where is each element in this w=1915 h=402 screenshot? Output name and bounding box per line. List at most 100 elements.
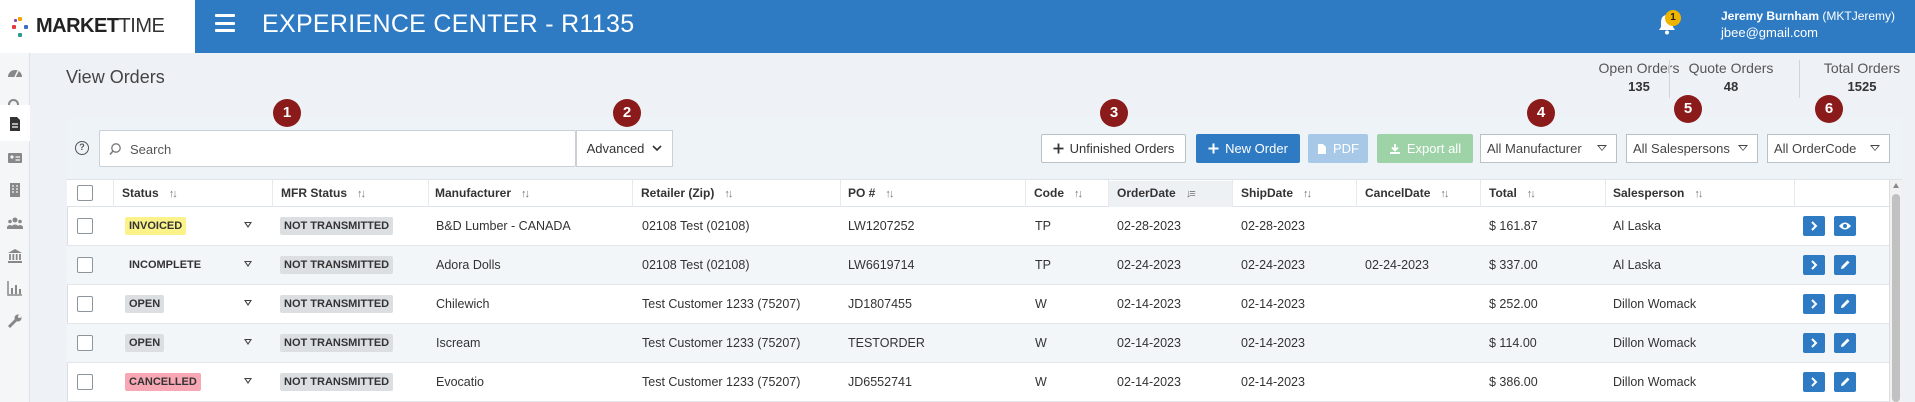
row-checkbox[interactable] [77,218,93,234]
unfinished-orders-button[interactable]: Unfinished Orders [1041,134,1186,163]
cell-order-date: 02-14-2023 [1117,336,1181,350]
status-badge: OPEN [125,334,165,352]
advanced-search-button[interactable]: Advanced [576,130,673,167]
logo[interactable]: MARKETTIME [0,0,195,53]
plus-icon [1053,143,1064,154]
eye-icon [1839,222,1851,230]
edit-order-button[interactable] [1834,255,1856,275]
row-checkbox[interactable] [77,374,93,390]
help-icon[interactable]: ? [75,141,89,155]
manufacturer-select[interactable]: All Manufacturer [1480,134,1617,163]
open-order-button[interactable] [1803,372,1825,392]
select-all-checkbox[interactable] [77,185,93,201]
pencil-icon [1841,377,1850,386]
row-checkbox[interactable] [77,257,93,273]
chevron-right-icon [1811,338,1818,348]
cell-code: W [1035,375,1047,389]
pdf-button[interactable]: PDF [1308,134,1368,163]
chevron-right-icon [1811,377,1818,387]
user-email: jbee@gmail.com [1721,25,1819,40]
sort-icon: ↑↓ [1074,188,1083,200]
cell-po: LW6619714 [848,258,915,272]
cell-salesperson: Al Laska [1613,258,1661,272]
cell-retailer: 02108 Test (02108) [642,219,750,233]
advanced-label: Advanced [586,141,645,156]
chevron-right-icon [1811,299,1818,309]
caret-down-icon [1597,145,1607,151]
search-input[interactable] [130,139,550,159]
sort-icon: ↑↓ [724,188,733,200]
cell-salesperson: Dillon Womack [1613,375,1697,389]
edit-order-button[interactable] [1834,333,1856,353]
new-order-label: New Order [1225,141,1288,156]
status-badge: INVOICED [125,217,187,235]
menu-toggle-icon[interactable] [215,14,235,32]
stat-open-orders: Open Orders 135 [1598,60,1680,94]
contact-card-icon[interactable] [7,150,23,166]
users-icon[interactable] [7,215,23,231]
column-header-status[interactable]: Status ↑↓ [122,186,178,200]
edit-order-button[interactable] [1834,294,1856,314]
mfr-status-badge: NOT TRANSMITTED [280,217,394,235]
logo-mark-icon [10,13,32,41]
building-icon[interactable] [7,182,23,198]
mfr-status-badge: NOT TRANSMITTED [280,373,394,391]
sort-icon: ↑↓ [1526,188,1536,200]
logo-text: MARKETTIME [36,15,165,37]
column-header-po[interactable]: PO # ↑↓ [848,186,894,200]
column-header-retailer[interactable]: Retailer (Zip) ↑↓ [641,186,733,200]
bar-chart-icon[interactable] [7,280,23,296]
dashboard-icon[interactable] [7,65,23,81]
column-header-orderdate[interactable]: OrderDate ↓≡ [1117,186,1196,200]
search-box[interactable] [99,130,576,167]
cell-order-date: 02-28-2023 [1117,219,1181,233]
open-order-button[interactable] [1803,255,1825,275]
user-name[interactable]: Jeremy Burnham (MKTJeremy) [1721,9,1895,23]
status-dropdown-icon[interactable] [244,222,252,228]
cell-manufacturer: Evocatio [436,375,484,389]
new-order-button[interactable]: New Order [1196,134,1300,163]
column-header-code[interactable]: Code ↑↓ [1034,186,1083,200]
salespersons-select[interactable]: All Salespersons [1626,134,1758,163]
column-header-canceldate[interactable]: CancelDate ↑↓ [1365,186,1449,200]
cell-code: W [1035,336,1047,350]
status-dropdown-icon[interactable] [244,261,252,267]
open-order-button[interactable] [1803,333,1825,353]
status-dropdown-icon[interactable] [244,339,252,345]
column-header-shipdate[interactable]: ShipDate ↑↓ [1241,186,1312,200]
status-dropdown-icon[interactable] [244,300,252,306]
cell-total: $ 252.00 [1489,297,1538,311]
step-marker-2: 2 [613,99,641,127]
download-icon [1389,143,1400,154]
column-header-salesperson[interactable]: Salesperson ↑↓ [1613,186,1703,200]
stat-divider [1799,60,1800,98]
edit-order-button[interactable] [1834,372,1856,392]
scrollbar-thumb[interactable] [1892,194,1900,402]
export-all-button[interactable]: Export all [1377,134,1473,163]
app-title: EXPERIENCE CENTER - R1135 [262,10,635,38]
cell-ship-date: 02-24-2023 [1241,258,1305,272]
row-checkbox[interactable] [77,296,93,312]
row-checkbox[interactable] [77,335,93,351]
caret-down-icon [1870,145,1880,151]
wrench-icon[interactable] [7,313,23,329]
ordercode-select[interactable]: All OrderCode [1767,134,1890,163]
mfr-status-badge: NOT TRANSMITTED [280,334,394,352]
bank-icon[interactable] [7,248,23,264]
sort-icon: ↑↓ [885,188,894,200]
vertical-scrollbar[interactable] [1889,180,1902,402]
column-header-total[interactable]: Total ↑↓ [1489,186,1536,200]
status-dropdown-icon[interactable] [244,378,252,384]
cell-total: $ 386.00 [1489,375,1538,389]
column-header-mfr-status[interactable]: MFR Status ↑↓ [281,186,366,200]
view-order-button[interactable] [1834,216,1856,236]
document-icon[interactable] [7,116,23,132]
stat-quote-orders: Quote Orders 48 [1688,60,1774,94]
open-order-button[interactable] [1803,216,1825,236]
mfr-status-badge: NOT TRANSMITTED [280,256,394,274]
open-order-button[interactable] [1803,294,1825,314]
pencil-icon [1841,299,1850,308]
column-header-manufacturer[interactable]: Manufacturer ↑↓ [435,186,530,200]
search-icon [109,143,121,155]
cell-retailer: Test Customer 1233 (75207) [642,336,801,350]
